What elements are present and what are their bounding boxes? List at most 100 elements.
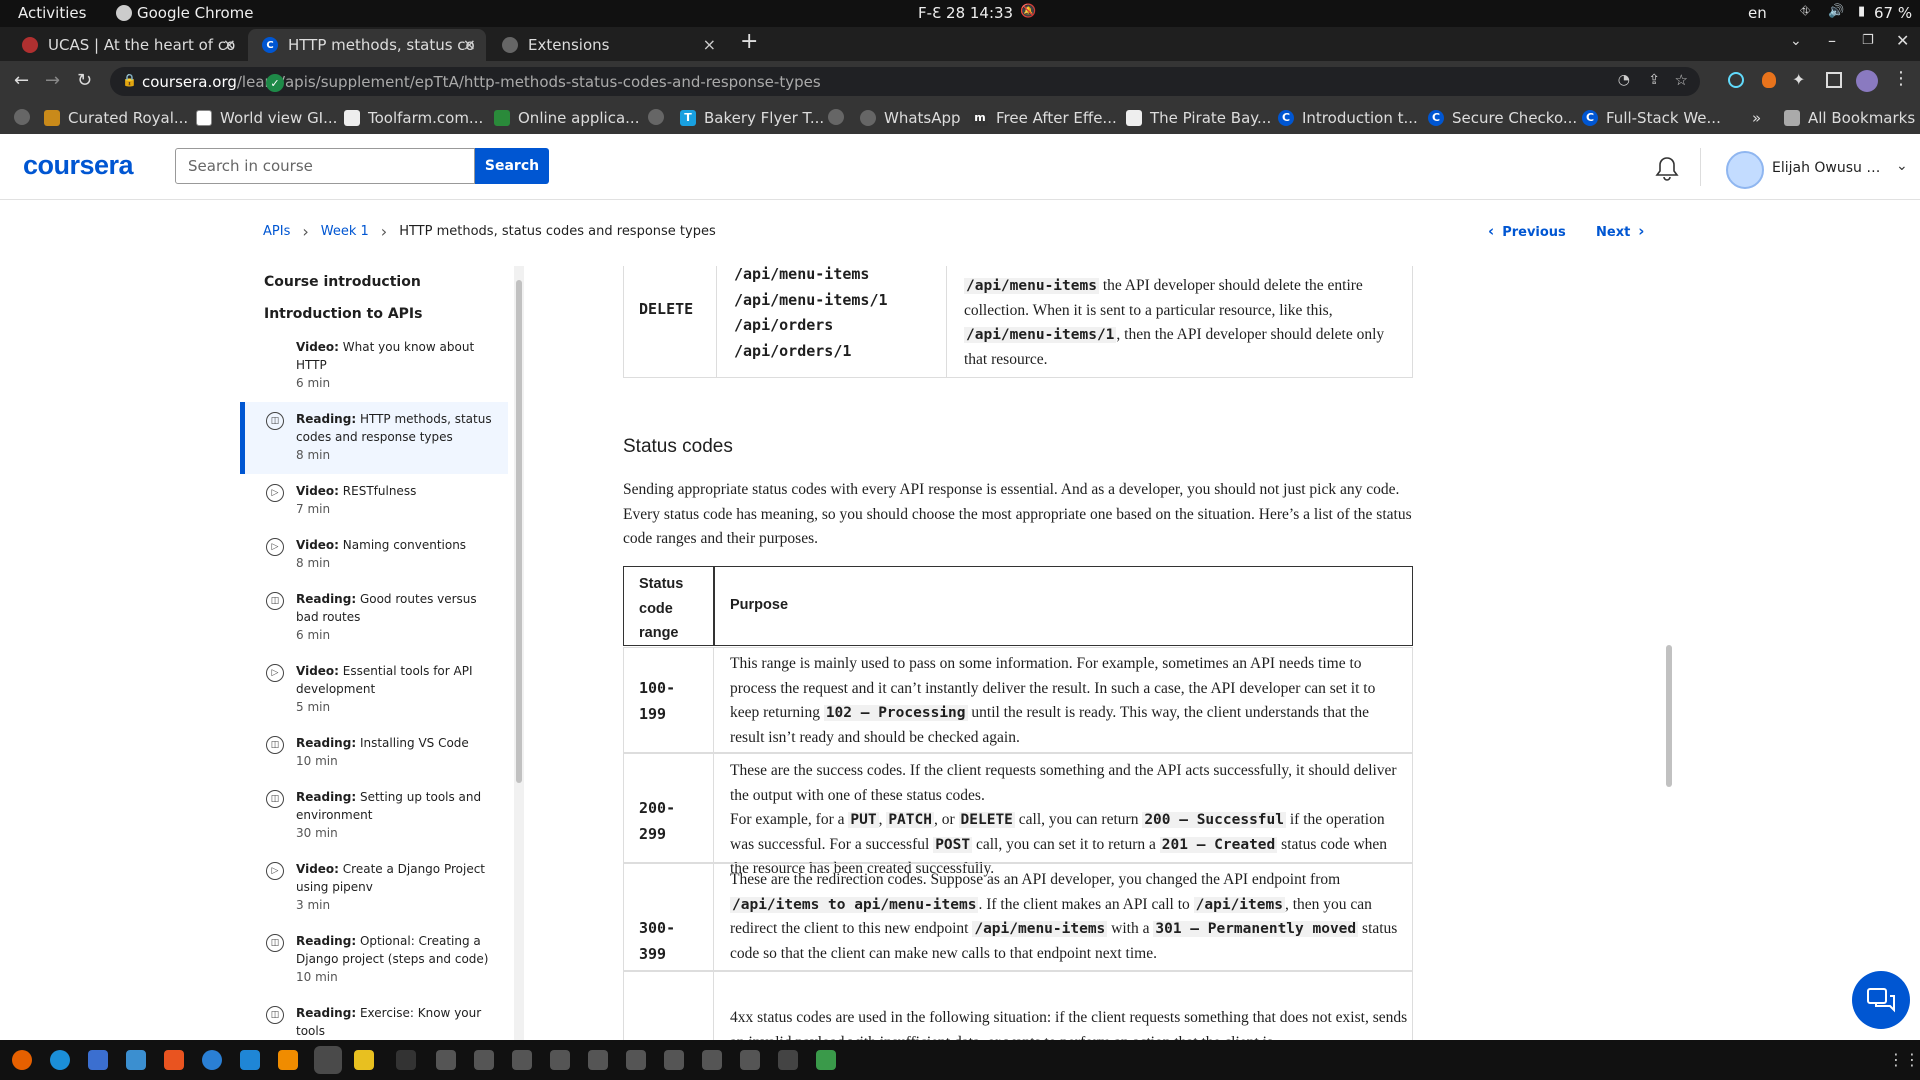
firefox-icon[interactable] xyxy=(12,1050,32,1070)
previous-button[interactable]: ‹ Previous xyxy=(1488,222,1566,240)
notifications-bell-icon[interactable] xyxy=(1655,156,1679,182)
taskbar-app-icon[interactable] xyxy=(740,1050,760,1070)
battery-icon[interactable]: ▮ xyxy=(1858,4,1865,19)
new-tab-button[interactable]: + xyxy=(740,29,758,54)
performance-icon[interactable]: ◔ xyxy=(1618,72,1630,88)
language-indicator[interactable]: en xyxy=(1748,4,1767,22)
taskbar-app-icon[interactable] xyxy=(626,1050,646,1070)
next-button[interactable]: Next › xyxy=(1596,222,1644,240)
share-icon[interactable]: ⇪ xyxy=(1648,72,1660,88)
search-button[interactable]: Search xyxy=(475,148,549,184)
network-icon[interactable]: ⛗ xyxy=(1800,4,1810,19)
outline-item[interactable]: ◫ Reading: Setting up tools and environm… xyxy=(240,788,508,846)
bookmark-item[interactable]: C Introduction t... xyxy=(1278,109,1418,127)
taskbar-app-icon[interactable] xyxy=(512,1050,532,1070)
profile-avatar[interactable] xyxy=(1856,70,1878,92)
side-panel-icon[interactable] xyxy=(1826,72,1842,88)
bookmark-globe-icon[interactable] xyxy=(648,109,672,125)
outline-item-active[interactable]: ◫ Reading: HTTP methods, status codes an… xyxy=(240,402,508,474)
activities-button[interactable]: Activities xyxy=(18,4,86,22)
taskbar-app-icon[interactable] xyxy=(664,1050,684,1070)
tab-http-methods[interactable]: C HTTP methods, status co × xyxy=(248,29,486,61)
chevron-down-icon[interactable]: ⌄ xyxy=(1896,158,1908,174)
close-tab-icon[interactable]: × xyxy=(223,35,236,54)
close-tab-icon[interactable]: × xyxy=(463,35,476,54)
terminal-icon[interactable] xyxy=(396,1050,416,1070)
bookmark-item[interactable]: Curated Royal... xyxy=(44,109,188,127)
taskbar-app-icon[interactable] xyxy=(550,1050,570,1070)
forward-icon[interactable]: → xyxy=(45,70,60,91)
bookmark-item[interactable]: Online applica... xyxy=(494,109,639,127)
back-icon[interactable]: ← xyxy=(14,70,29,91)
outline-item[interactable]: ▷ Video: RESTfulness 7 min xyxy=(240,482,508,528)
bookmark-item[interactable]: WhatsApp xyxy=(860,109,961,127)
minimize-icon[interactable]: – xyxy=(1828,31,1836,50)
bookmark-globe-icon[interactable] xyxy=(828,109,852,125)
taskbar-app-icon[interactable] xyxy=(816,1050,836,1070)
thunderbird-icon[interactable] xyxy=(50,1050,70,1070)
outline-item[interactable]: ✓ Video: What you know about HTTP 6 min xyxy=(240,74,508,396)
taskbar-app-icon[interactable] xyxy=(588,1050,608,1070)
tab-search-icon[interactable]: ⌄ xyxy=(1790,33,1802,49)
bookmark-item[interactable]: m Free After Effe... xyxy=(972,109,1117,127)
bookmark-item[interactable]: T Bakery Flyer T... xyxy=(680,109,824,127)
more-bookmarks-button[interactable]: » xyxy=(1752,109,1761,127)
chrome-taskbar-icon[interactable] xyxy=(314,1046,342,1074)
outline-item[interactable]: ◫ Reading: Installing VS Code 10 min xyxy=(240,734,508,780)
writer-icon[interactable] xyxy=(126,1050,146,1070)
bookmark-item[interactable]: C Full-Stack We... xyxy=(1582,109,1721,127)
breadcrumb-week-1[interactable]: Week 1 xyxy=(321,224,369,239)
files-icon[interactable] xyxy=(88,1050,108,1070)
volume-icon[interactable]: 🔊 xyxy=(1828,4,1844,19)
vlc-icon[interactable] xyxy=(278,1050,298,1070)
bookmark-globe-icon[interactable] xyxy=(14,109,38,125)
taskbar-app-icon[interactable] xyxy=(474,1050,494,1070)
address-bar[interactable]: 🔒 coursera.org/learn/apis/supplement/epT… xyxy=(110,67,1700,96)
course-search-input[interactable]: Search in course xyxy=(175,148,475,184)
maximize-icon[interactable]: ❐ xyxy=(1862,33,1874,48)
active-app-label[interactable]: Google Chrome xyxy=(137,4,254,22)
taskbar-app-icon[interactable] xyxy=(702,1050,722,1070)
outline-item[interactable]: ▷ Video: Essential tools for API develop… xyxy=(240,662,508,720)
help-chat-button[interactable] xyxy=(1852,971,1910,1029)
coursera-logo[interactable]: coursera xyxy=(23,150,134,181)
bookmark-item[interactable]: The Pirate Bay... xyxy=(1126,109,1271,127)
outline-item[interactable]: ◫ Reading: Exercise: Know your tools xyxy=(240,1004,508,1040)
section-introduction-to-apis[interactable]: Introduction to APIs xyxy=(264,306,422,322)
help-icon[interactable] xyxy=(202,1050,222,1070)
software-center-icon[interactable] xyxy=(164,1050,184,1070)
tab-extensions[interactable]: Extensions × xyxy=(488,29,726,61)
taskbar-app-icon[interactable] xyxy=(436,1050,456,1070)
outline-item[interactable]: ▷ Video: Create a Django Project using p… xyxy=(240,860,508,918)
close-window-icon[interactable]: ✕ xyxy=(1896,31,1909,50)
bookmark-star-icon[interactable]: ☆ xyxy=(1675,71,1688,89)
user-avatar[interactable] xyxy=(1726,151,1764,189)
content-scrollbar-thumb[interactable] xyxy=(1666,645,1672,787)
outline-item[interactable]: ▷ Video: Naming conventions 8 min xyxy=(240,536,508,582)
outline-item[interactable]: ◫ Reading: Good routes versus bad routes… xyxy=(240,590,508,648)
breadcrumb-apis[interactable]: APIs xyxy=(263,224,290,239)
section-course-introduction[interactable]: Course introduction xyxy=(264,274,421,290)
notes-icon[interactable] xyxy=(354,1050,374,1070)
reload-icon[interactable]: ↻ xyxy=(77,70,92,91)
extension-flame-icon[interactable] xyxy=(1762,72,1776,88)
all-bookmarks-button[interactable]: All Bookmarks xyxy=(1784,109,1915,127)
screenshot-icon[interactable] xyxy=(778,1050,798,1070)
tab-ucas[interactable]: UCAS | At the heart of co × xyxy=(8,29,246,61)
chrome-menu-icon[interactable]: ⋮ xyxy=(1892,68,1910,89)
close-tab-icon[interactable]: × xyxy=(703,35,716,54)
user-name[interactable]: Elijah Owusu Boa... xyxy=(1772,160,1884,176)
chrome-icon xyxy=(116,5,132,21)
react-devtools-icon[interactable] xyxy=(1728,72,1744,88)
bookmark-item[interactable]: World view GI... xyxy=(196,109,337,127)
coursera-favicon-icon: C xyxy=(262,37,278,53)
extensions-puzzle-icon[interactable]: ✦ xyxy=(1792,70,1805,89)
clock[interactable]: F-Ɛ 28 14:33 xyxy=(918,4,1013,22)
bookmark-item[interactable]: Toolfarm.com... xyxy=(344,109,483,127)
outline-item[interactable]: ◫ Reading: Optional: Creating a Django p… xyxy=(240,932,508,990)
bookmark-item[interactable]: C Secure Checko... xyxy=(1428,109,1577,127)
vscode-icon[interactable] xyxy=(240,1050,260,1070)
sidebar-scrollbar-thumb[interactable] xyxy=(516,280,522,783)
show-apps-icon[interactable]: ⋮⋮ xyxy=(1888,1050,1920,1069)
endpoint-list: /api/menu-items /api/menu-items/1 /api/o… xyxy=(734,266,888,360)
